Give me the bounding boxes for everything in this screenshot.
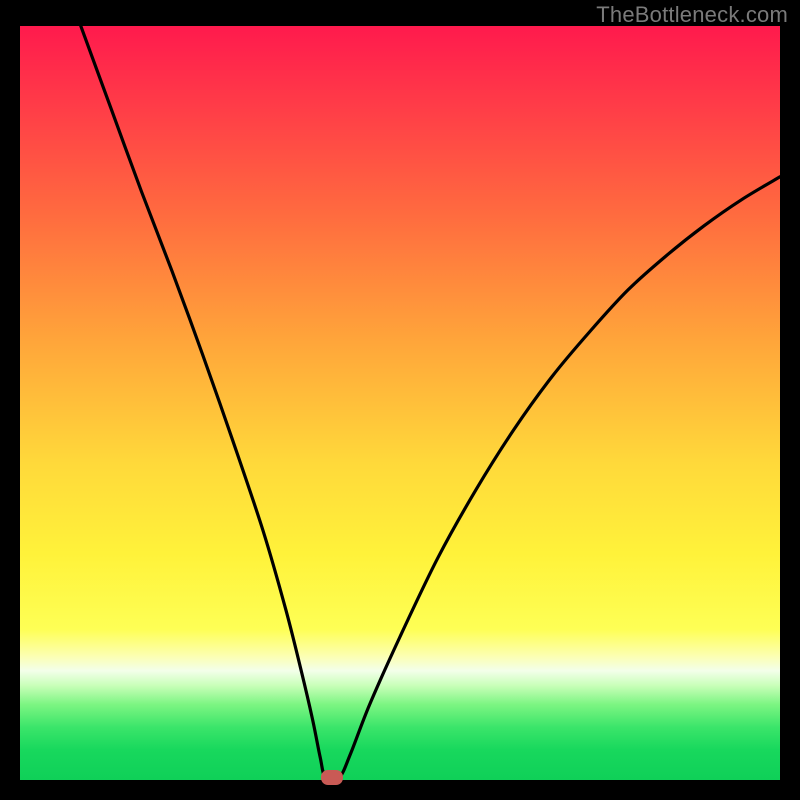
plot-area (20, 26, 780, 780)
watermark-text: TheBottleneck.com (596, 2, 788, 28)
bottleneck-curve-path (81, 26, 780, 780)
curve-svg (20, 26, 780, 780)
chart-frame: TheBottleneck.com (0, 0, 800, 800)
optimum-marker (321, 770, 343, 785)
